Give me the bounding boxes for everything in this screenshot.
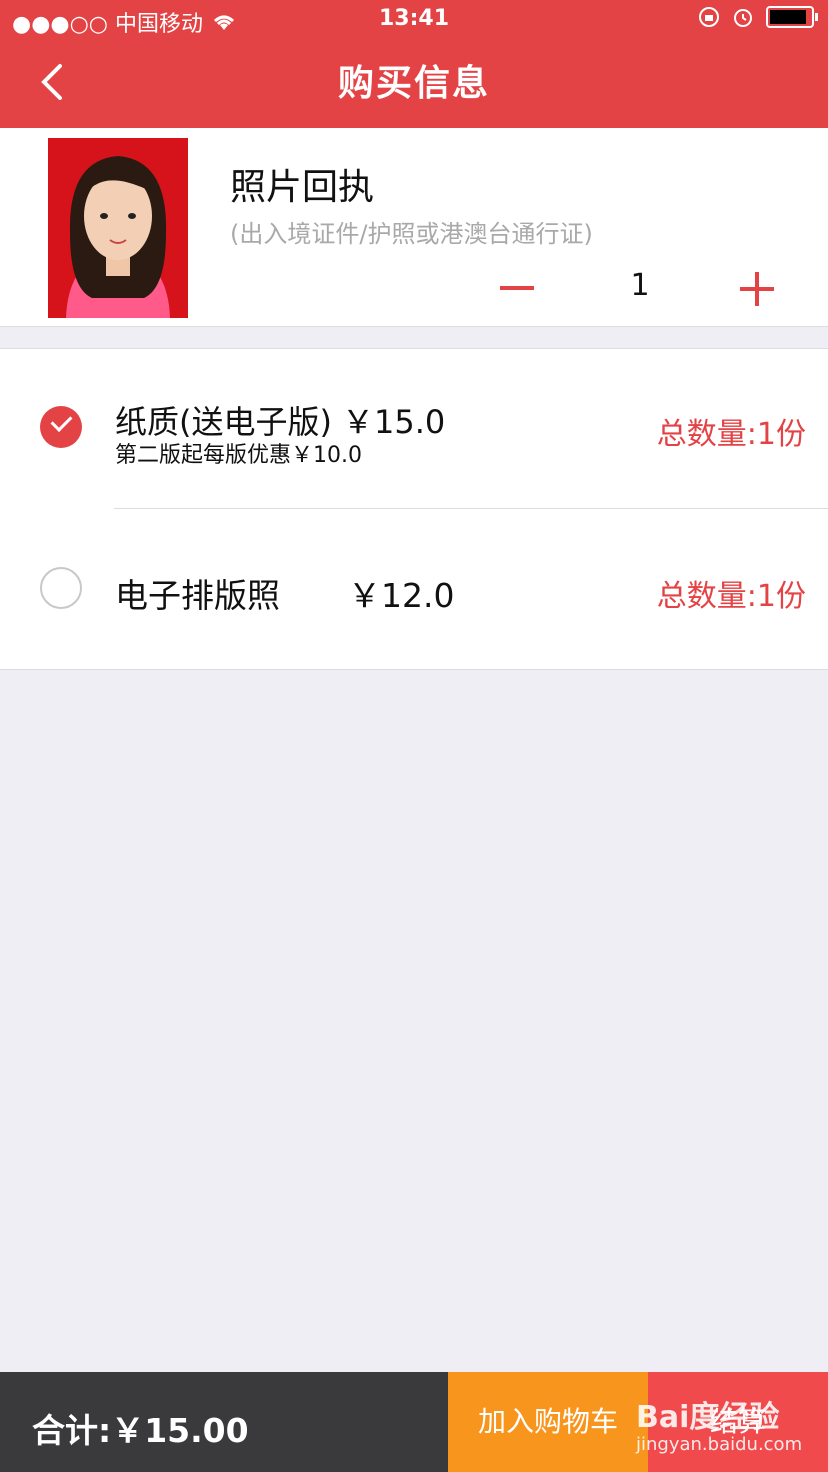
watermark-url: jingyan.baidu.com <box>636 1434 803 1455</box>
page-title: 购买信息 <box>337 63 490 104</box>
checked-radio-icon[interactable] <box>40 406 82 448</box>
plus-icon[interactable] <box>740 272 774 306</box>
product-card: 照片回执 (出入境证件/护照或港澳台通行证) 1 <box>0 128 828 327</box>
product-description: (出入境证件/护照或港澳台通行证) <box>230 220 593 248</box>
nav-header: ●●●○○ 中国移动 13:41 购买信息 <box>0 0 828 128</box>
option-name: 电子排版照 <box>115 576 280 615</box>
option-total: 总数量:1份 <box>656 579 806 614</box>
watermark-brand: Bai度经验 <box>636 1400 780 1435</box>
unchecked-radio-icon[interactable] <box>40 567 82 609</box>
option-list: 纸质(送电子版) ￥15.0 第二版起每版优惠￥10.0 总数量:1份 电子排版… <box>0 348 828 670</box>
baidu-watermark: Bai度经验 jingyan.baidu.com <box>636 1384 816 1464</box>
id-photo-thumbnail <box>48 138 188 318</box>
battery-icon <box>766 6 818 28</box>
quantity-value: 1 <box>630 268 650 303</box>
option-paper[interactable]: 纸质(送电子版) ￥15.0 第二版起每版优惠￥10.0 总数量:1份 <box>0 349 828 509</box>
alarm-icon <box>734 9 752 27</box>
sum-label: 合计:￥15.00 <box>32 1411 249 1450</box>
quantity-stepper: 1 <box>490 264 790 314</box>
rotation-lock-icon <box>699 7 719 27</box>
option-total: 总数量:1份 <box>656 417 806 452</box>
minus-icon[interactable] <box>500 286 534 290</box>
product-name: 照片回执 <box>230 167 375 208</box>
status-bar: ●●●○○ 中国移动 13:41 <box>0 0 828 40</box>
add-to-cart-button[interactable]: 加入购物车 <box>448 1372 648 1472</box>
sum-panel: 合计:￥15.00 <box>0 1372 448 1472</box>
option-digital[interactable]: 电子排版照 ￥12.0 总数量:1份 <box>0 509 828 669</box>
option-subtitle: 第二版起每版优惠￥10.0 <box>115 443 362 468</box>
option-price: ￥12.0 <box>348 576 455 615</box>
